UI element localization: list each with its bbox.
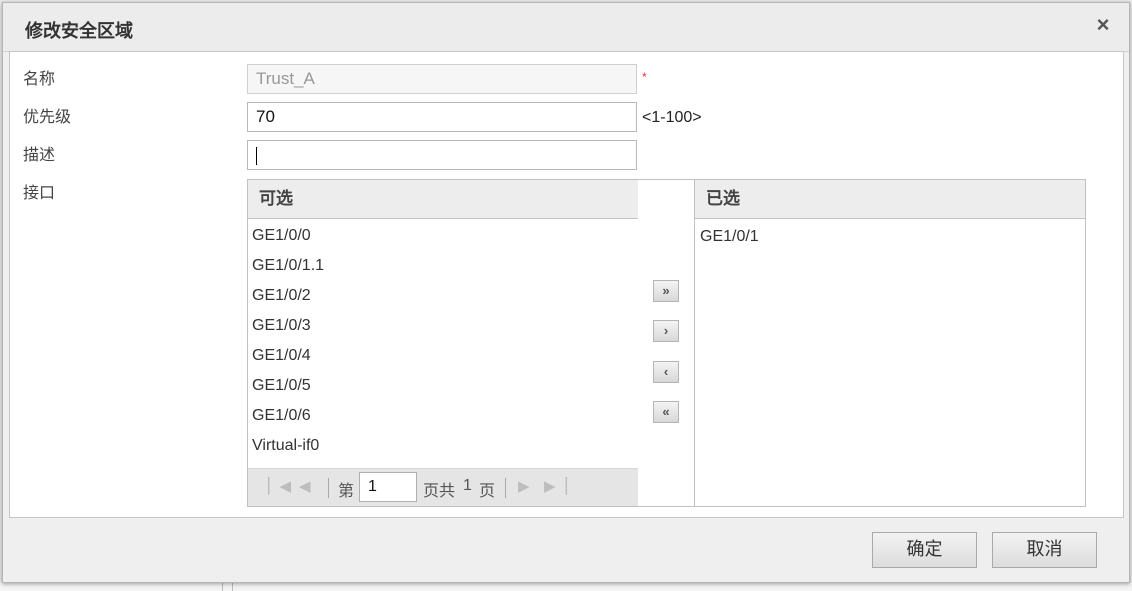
description-label: 描述	[23, 145, 56, 164]
interface-label: 接口	[23, 183, 56, 202]
available-interfaces-panel: 可选 GE1/0/0 GE1/0/1.1 GE1/0/2 GE1/0/3 GE1…	[247, 179, 639, 507]
cancel-button[interactable]: 取消	[992, 532, 1097, 568]
dialog-titlebar: 修改安全区域 ×	[3, 3, 1129, 52]
description-field[interactable]	[247, 140, 637, 170]
pager-divider	[505, 478, 506, 498]
transfer-buttons-column: » › ‹ «	[638, 179, 695, 507]
remove-selected-button[interactable]: ‹	[653, 361, 679, 383]
total-suffix: 页	[479, 483, 496, 500]
pager-divider	[328, 478, 329, 498]
page-prefix: 第	[338, 483, 355, 500]
priority-range-hint: <1-100>	[642, 109, 702, 126]
name-label: 名称	[23, 69, 56, 88]
background-divider	[222, 582, 223, 591]
available-list: GE1/0/0 GE1/0/1.1 GE1/0/2 GE1/0/3 GE1/0/…	[248, 219, 638, 461]
available-header: 可选	[248, 180, 638, 219]
text-cursor	[256, 146, 257, 165]
priority-label: 优先级	[23, 107, 72, 126]
list-item[interactable]: GE1/0/5	[252, 371, 638, 401]
list-item[interactable]: GE1/0/1.1	[252, 251, 638, 281]
next-page-icon[interactable]: ▶	[518, 477, 530, 495]
prev-page-icon[interactable]: ◀	[299, 477, 311, 495]
selected-interfaces-panel: 已选 GE1/0/1	[694, 179, 1086, 507]
background-divider	[232, 582, 233, 591]
dialog-body: 名称 Trust_A * 优先级 70 <1-100> 描述 接口 可选 GE1…	[9, 51, 1124, 518]
add-all-button[interactable]: »	[653, 280, 679, 302]
page-number-input[interactable]: 1	[359, 472, 417, 502]
list-item[interactable]: Virtual-if0	[252, 431, 638, 461]
confirm-button[interactable]: 确定	[872, 532, 977, 568]
name-field[interactable]: Trust_A	[247, 64, 637, 94]
list-item[interactable]: GE1/0/2	[252, 281, 638, 311]
required-mark: *	[642, 70, 647, 84]
list-item[interactable]: GE1/0/4	[252, 341, 638, 371]
first-page-icon[interactable]: ▏◀	[268, 477, 291, 495]
page-suffix: 页共	[423, 483, 456, 500]
pagination-bar: ▏◀ ◀ 第 1 页共 1 页 ▶ ▶▕	[248, 468, 638, 506]
list-item[interactable]: GE1/0/1	[700, 222, 1085, 252]
list-item[interactable]: GE1/0/0	[252, 221, 638, 251]
close-icon[interactable]: ×	[1093, 14, 1113, 36]
remove-all-button[interactable]: «	[653, 401, 679, 423]
dialog-title: 修改安全区域	[25, 21, 133, 42]
selected-list: GE1/0/1	[695, 219, 1085, 252]
add-selected-button[interactable]: ›	[653, 320, 679, 342]
list-item[interactable]: GE1/0/3	[252, 311, 638, 341]
list-item[interactable]: GE1/0/6	[252, 401, 638, 431]
priority-field[interactable]: 70	[247, 102, 637, 132]
background-strip	[0, 582, 1132, 591]
total-pages: 1	[463, 477, 472, 494]
edit-security-zone-dialog: 修改安全区域 × 名称 Trust_A * 优先级 70 <1-100> 描述 …	[2, 2, 1130, 583]
selected-header: 已选	[695, 180, 1085, 219]
last-page-icon[interactable]: ▶▕	[544, 477, 567, 495]
